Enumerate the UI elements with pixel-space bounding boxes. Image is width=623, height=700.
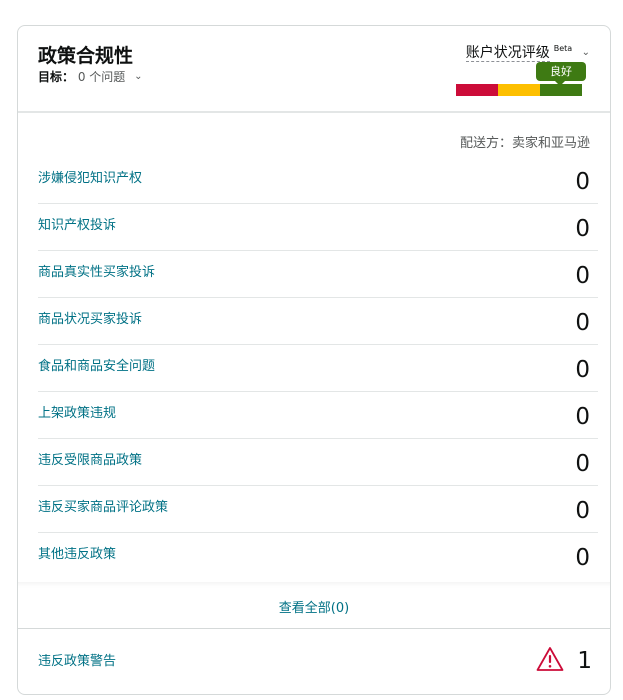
list-item: 食品和商品安全问题 0: [38, 345, 598, 392]
policy-compliance-card: 政策合规性 目标： 0 个问题 ⌄ 账户状况评级 Beta ⌄ 良好 配送方：卖家…: [17, 25, 611, 695]
card-title: 政策合规性: [38, 45, 134, 67]
list-item: 商品状况买家投诉 0: [38, 298, 598, 345]
rating-label: 账户状况评级: [465, 45, 550, 62]
violation-count: 0: [575, 216, 590, 242]
beta-tag: Beta: [553, 44, 573, 54]
violation-count: 0: [575, 545, 590, 571]
target-label: 目标：: [38, 70, 75, 84]
chevron-down-icon: ⌄: [134, 71, 143, 82]
violation-link[interactable]: 知识产权投诉: [38, 214, 116, 233]
violation-link[interactable]: 其他违反政策: [38, 543, 116, 562]
violation-link[interactable]: 违反受限商品政策: [38, 449, 142, 468]
list-item: 其他违反政策 0: [38, 533, 598, 579]
violation-link[interactable]: 食品和商品安全问题: [38, 355, 155, 374]
target-selector[interactable]: 目标： 0 个问题 ⌄: [38, 68, 143, 85]
policy-warning-count: 1: [577, 648, 592, 674]
violation-count: 0: [575, 451, 590, 477]
violation-link[interactable]: 商品状况买家投诉: [38, 308, 142, 327]
violation-count: 0: [575, 263, 590, 289]
target-value: 0 个问题: [77, 70, 126, 84]
violation-count: 0: [575, 357, 590, 383]
policy-warning-link[interactable]: 违反政策警告: [38, 650, 116, 669]
violation-count: 0: [575, 169, 590, 195]
card-header: 政策合规性 目标： 0 个问题 ⌄ 账户状况评级 Beta ⌄ 良好: [18, 26, 610, 113]
chevron-down-icon: ⌄: [581, 47, 590, 58]
warning-triangle-icon: [536, 647, 564, 671]
violation-count: 0: [575, 310, 590, 336]
rating-bar-yellow: [498, 84, 540, 96]
account-health-rating-dropdown[interactable]: 账户状况评级 Beta ⌄: [465, 42, 590, 62]
list-item: 违反买家商品评论政策 0: [38, 486, 598, 533]
policy-warning-row: 违反政策警告 1: [38, 646, 598, 686]
violation-count: 0: [575, 404, 590, 430]
list-item: 涉嫌侵犯知识产权 0: [38, 157, 598, 204]
violation-link[interactable]: 上架政策违规: [38, 402, 116, 421]
view-all-link[interactable]: 查看全部(0): [18, 597, 610, 616]
rating-bar-red: [456, 84, 498, 96]
violation-count: 0: [575, 498, 590, 524]
list-item: 违反受限商品政策 0: [38, 439, 598, 486]
rating-status-badge: 良好: [536, 62, 586, 86]
violation-link[interactable]: 商品真实性买家投诉: [38, 261, 155, 280]
violation-link[interactable]: 涉嫌侵犯知识产权: [38, 167, 142, 186]
violation-link[interactable]: 违反买家商品评论政策: [38, 496, 168, 515]
list-item: 上架政策违规 0: [38, 392, 598, 439]
list-item: 知识产权投诉 0: [38, 204, 598, 251]
violation-list: 涉嫌侵犯知识产权 0 知识产权投诉 0 商品真实性买家投诉 0 商品状况买家投诉…: [38, 157, 598, 579]
fulfillment-channel: 配送方：卖家和亚马逊: [459, 136, 590, 151]
view-all-section: 查看全部(0): [18, 582, 610, 629]
list-item: 商品真实性买家投诉 0: [38, 251, 598, 298]
